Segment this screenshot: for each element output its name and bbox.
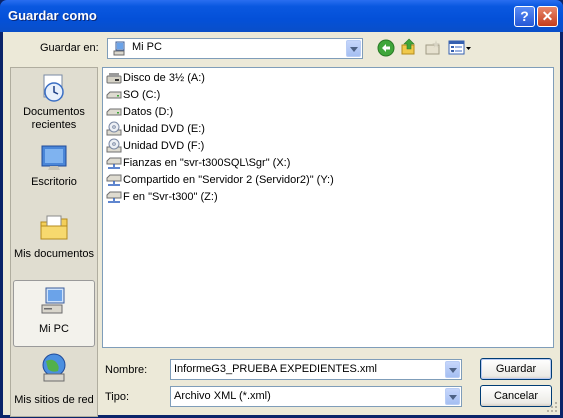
chevron-down-icon[interactable] — [346, 40, 361, 57]
help-button[interactable]: ? — [514, 6, 535, 27]
back-arrow-icon[interactable] — [377, 39, 395, 57]
place-label: Mis sitios de red — [14, 394, 94, 406]
new-folder-icon[interactable] — [424, 39, 442, 57]
hard-drive-icon — [106, 91, 122, 99]
place-my-computer[interactable]: Mi PC — [13, 280, 95, 347]
network-drive-icon — [106, 191, 122, 203]
save-as-dialog: Guardar como ? ✕ Guardar en: Mi PC Docum… — [0, 0, 563, 418]
floppy-drive-icon — [106, 73, 122, 84]
place-label: Mi PC — [39, 323, 69, 335]
filename-label: Nombre: — [105, 364, 148, 376]
filetype-value: Archivo XML (*.xml) — [174, 390, 271, 402]
chevron-down-icon[interactable] — [445, 361, 460, 378]
file-name: Compartido en "Servidor 2 (Servidor2)" (… — [123, 174, 334, 186]
dvd-drive-icon — [106, 138, 122, 153]
dialog-body: Guardar en: Mi PC Documentos recientes E… — [3, 32, 560, 417]
filename-input[interactable]: InformeG3_PRUEBA EXPEDIENTES.xml — [174, 363, 377, 375]
file-name: SO (C:) — [123, 89, 161, 101]
save-in-combo[interactable]: Mi PC — [107, 38, 363, 59]
save-in-value: Mi PC — [132, 41, 162, 53]
my-documents-icon — [40, 215, 68, 240]
desktop-icon — [41, 145, 67, 170]
window-title: Guardar como — [8, 8, 97, 23]
places-bar: Documentos recientes Escritorio Mis docu… — [10, 67, 98, 417]
chevron-down-icon[interactable] — [445, 388, 460, 405]
save-button[interactable]: Guardar — [480, 358, 552, 380]
place-label: Mis documentos — [13, 248, 95, 260]
my-computer-icon — [113, 41, 125, 56]
resize-grip-icon[interactable] — [546, 401, 558, 413]
place-label: Escritorio — [31, 176, 77, 188]
file-name: Fianzas en "svr-t300SQL\Sgr" (X:) — [123, 157, 291, 169]
place-my-documents[interactable]: Mis documentos — [13, 212, 95, 268]
filetype-label: Tipo: — [105, 391, 130, 403]
cancel-button[interactable]: Cancelar — [480, 385, 552, 407]
file-name: F en "Svr-t300" (Z:) — [123, 191, 218, 203]
file-list[interactable]: Disco de 3½ (A:) SO (C:) Datos (D:) Unid… — [102, 67, 554, 348]
file-name: Datos (D:) — [123, 106, 174, 118]
recent-documents-icon — [43, 74, 64, 102]
filename-combo[interactable]: InformeG3_PRUEBA EXPEDIENTES.xml — [170, 359, 462, 380]
title-bar[interactable]: Guardar como ? ✕ — [0, 0, 563, 32]
place-network[interactable]: Mis sitios de red — [13, 352, 95, 414]
save-in-label: Guardar en: — [40, 42, 99, 54]
filetype-select[interactable]: Archivo XML (*.xml) — [170, 386, 462, 407]
place-label: Documentos recientes — [23, 106, 85, 131]
network-drive-icon — [106, 174, 122, 186]
hard-drive-icon — [106, 108, 122, 116]
dvd-drive-icon — [106, 121, 122, 136]
up-folder-icon[interactable] — [400, 38, 418, 56]
close-button[interactable]: ✕ — [537, 6, 558, 27]
network-drive-icon — [106, 157, 122, 169]
file-name: Unidad DVD (F:) — [123, 140, 205, 152]
file-name: Disco de 3½ (A:) — [123, 72, 205, 84]
place-desktop[interactable]: Escritorio — [13, 142, 95, 192]
views-menu-icon[interactable] — [448, 39, 472, 57]
file-name: Unidad DVD (E:) — [123, 123, 205, 135]
place-recent-documents[interactable]: Documentos recientes — [13, 72, 95, 134]
my-computer-icon — [41, 287, 65, 314]
network-places-icon — [42, 353, 66, 382]
